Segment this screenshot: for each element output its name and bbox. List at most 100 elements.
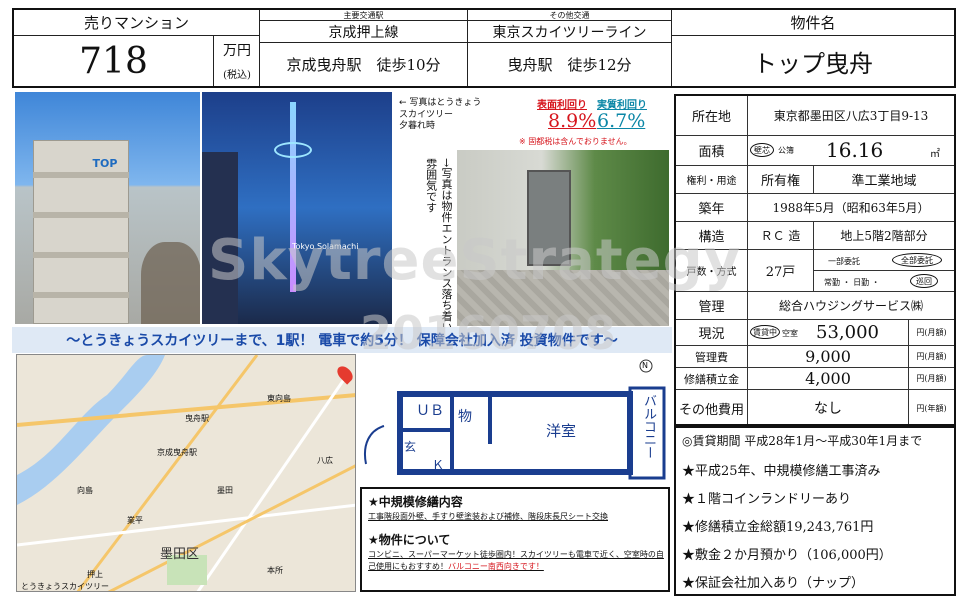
row-management: 管理 総合ハウジングサービス㈱ [676,292,954,320]
fee-value: 9,000 [805,347,851,366]
reserve-value: 4,000 [805,369,851,388]
about-highlight: バルコニー南西向きです！ [448,561,544,571]
feature-item: ★保証会社加入あり（ナップ） [682,576,865,591]
row-location: 所在地 東京都墨田区八広3丁目9-13 [676,96,954,136]
area-public: 公簿 [778,146,794,155]
other-unit: 円(年額) [908,390,954,426]
reserve-unit: 円(月額) [908,368,954,389]
other-station-block: その他交通 東京スカイツリーライン 曳舟駅 徒歩12分 [468,10,672,86]
reserve-label: 修繕積立金 [676,368,748,389]
rent-unit: 円(月額) [908,320,954,345]
map-label: 押上 [87,570,103,579]
main-station: 京成曳舟駅 徒歩10分 [286,56,441,74]
renovation-detail: 工事階段面外壁、手すり壁塗装および補修、階段床長尺シート交換 [368,512,608,521]
map-label: 京成曳舟駅 [157,448,197,457]
night-text: Tokyo Solamachi [292,242,359,251]
management-label: 管理 [676,292,748,319]
category-label: 売りマンション [14,10,259,36]
location-label: 所在地 [676,96,748,135]
area-map: 墨田区 曳舟駅 京成曳舟駅 東向島 押上 とうきょうスカイツリー 八広 墨田 向… [16,354,356,592]
mgmt-mode-patrol: 巡回 [910,274,938,288]
area-label: 面積 [676,136,748,165]
renovation-title: ★中規模修繕内容 [368,495,463,509]
entrance-photo [457,150,669,326]
area-unit: ㎡ [930,149,940,160]
rights-value: 所有権 [748,166,814,193]
other-station-label: その他交通 [468,10,671,21]
floor-plan: ＵＢ 物 洋室 玄 Ｋ バルコニー N [360,354,672,484]
structure-label: 構造 [676,222,748,249]
property-name-label: 物件名 [672,10,954,36]
floorplan-storage: 物 [458,409,472,425]
feature-item: ★１階コインランドリーあり [682,492,852,507]
price-block: 売りマンション 718 万円 (税込) [14,10,260,86]
floorplan-balcony: バルコニー [641,394,656,459]
built-value: 1988年5月（昭和63年5月） [772,201,930,215]
units-value: 27戸 [748,250,814,291]
floorplan-bath: ＵＢ [416,403,444,419]
property-name-block: 物件名 トップ曳舟 [672,10,954,86]
fee-label: 管理費 [676,346,748,367]
row-area: 面積 壁芯 公簿 16.16 ㎡ [676,136,954,166]
feature-item: ◎賃貸期間 平成28年1月～平成30年1月まで [682,434,923,448]
fee-unit: 円(月額) [908,346,954,367]
management-value: 総合ハウジングサービス㈱ [778,299,923,313]
main-station-label: 主要交通駅 [260,10,467,21]
renovation-box: ★中規模修繕内容 工事階段面外壁、手すり壁塗装および補修、階段床長尺シート交換 … [360,487,670,592]
yield-net-label: 実質利回り [597,100,647,111]
building-photo: TOP [15,92,200,324]
property-name: トップ曳舟 [753,49,873,78]
row-reserve: 修繕積立金 4,000 円(月額) [676,368,954,390]
row-rights: 権利・用途 所有権 準工業地域 [676,166,954,194]
map-label: 業平 [127,516,143,525]
map-label: 八広 [317,456,333,465]
status-label: 現況 [676,320,748,345]
floorplan-room: 洋室 [546,422,577,440]
area-value: 16.16 [826,138,884,162]
map-label: 向島 [77,486,93,495]
north-arrow-icon: N [642,361,648,370]
yield-net-value: 6.7% [597,110,646,132]
row-units: 戸数・方式 27戸 一部委託 全部委託 常勤 ・ 日勤 ・ 巡回 [676,250,954,292]
built-label: 築年 [676,194,748,221]
floorplan-kitchen: Ｋ [432,458,445,472]
feature-item: ★敷金２か月預かり（106,000円） [682,548,892,563]
row-built: 築年 1988年5月（昭和63年5月） [676,194,954,222]
map-label: 本所 [267,566,283,575]
about-text: コンビニ、スーパーマーケット徒歩圏内！スカイツリーも電車で近く、空室時の自己使用… [368,550,664,571]
price-unit: 万円 [223,43,251,59]
other-label: その他費用 [676,390,748,426]
yield-note: ※ 固都税は含んでおりません。 [519,137,632,146]
skytree-caption: ← 写真はとうきょう スカイツリー 夕暮れ時 [399,98,482,132]
map-label: とうきょうスカイツリー [21,582,109,591]
building-sign: TOP [92,156,118,170]
feature-item: ★修繕積立金総額19,243,761円 [682,520,874,535]
location-value: 東京都墨田区八広3丁目9-13 [773,109,929,123]
main-line: 京成押上線 [260,21,467,43]
tax-note: (税込) [223,69,251,81]
mgmt-type-full: 全部委託 [892,253,942,267]
units-label: 戸数・方式 [676,250,748,291]
rights-label: 権利・用途 [676,166,748,193]
row-fee: 管理費 9,000 円(月額) [676,346,954,368]
property-info-table: 所在地 東京都墨田区八広3丁目9-13 面積 壁芯 公簿 16.16 ㎡ 権利・… [674,94,956,428]
other-line: 東京スカイツリーライン [468,21,671,43]
rent-value: 53,000 [816,322,879,343]
status-vacant: 空室 [782,329,798,338]
mgmt-mode: 常勤 ・ 日勤 ・ [824,278,880,287]
map-label: 曳舟駅 [185,414,209,423]
row-other: その他費用 なし 円(年額) [676,390,954,426]
photo-area: TOP Tokyo Solamachi ← 写真はとうきょう スカイツリー 夕暮… [12,92,672,350]
features-list: ◎賃貸期間 平成28年1月～平成30年1月まで ★平成25年、中規模修繕工事済み… [674,424,956,596]
status-rented-badge: 賃貸中 [750,325,780,339]
skytree-photo: Tokyo Solamachi [202,92,392,324]
yield-gross-label: 表面利回り [537,100,587,111]
promo-banner: ～とうきょうスカイツリーまで、1駅！ 電車で約5分！ 保障会社加入済 投資物件で… [12,327,672,353]
entrance-caption: →写真は物件エントランス落ち着いた雰囲気です [424,158,453,344]
zoning-value: 準工業地域 [851,174,917,189]
row-status: 現況 賃貸中 空室 53,000 円(月額) [676,320,954,346]
main-station-block: 主要交通駅 京成押上線 京成曳舟駅 徒歩10分 [260,10,468,86]
other-station: 曳舟駅 徒歩12分 [507,56,632,74]
floorplan-entrance: 玄 [404,440,417,454]
mgmt-type-partial: 一部委託 [828,257,860,266]
